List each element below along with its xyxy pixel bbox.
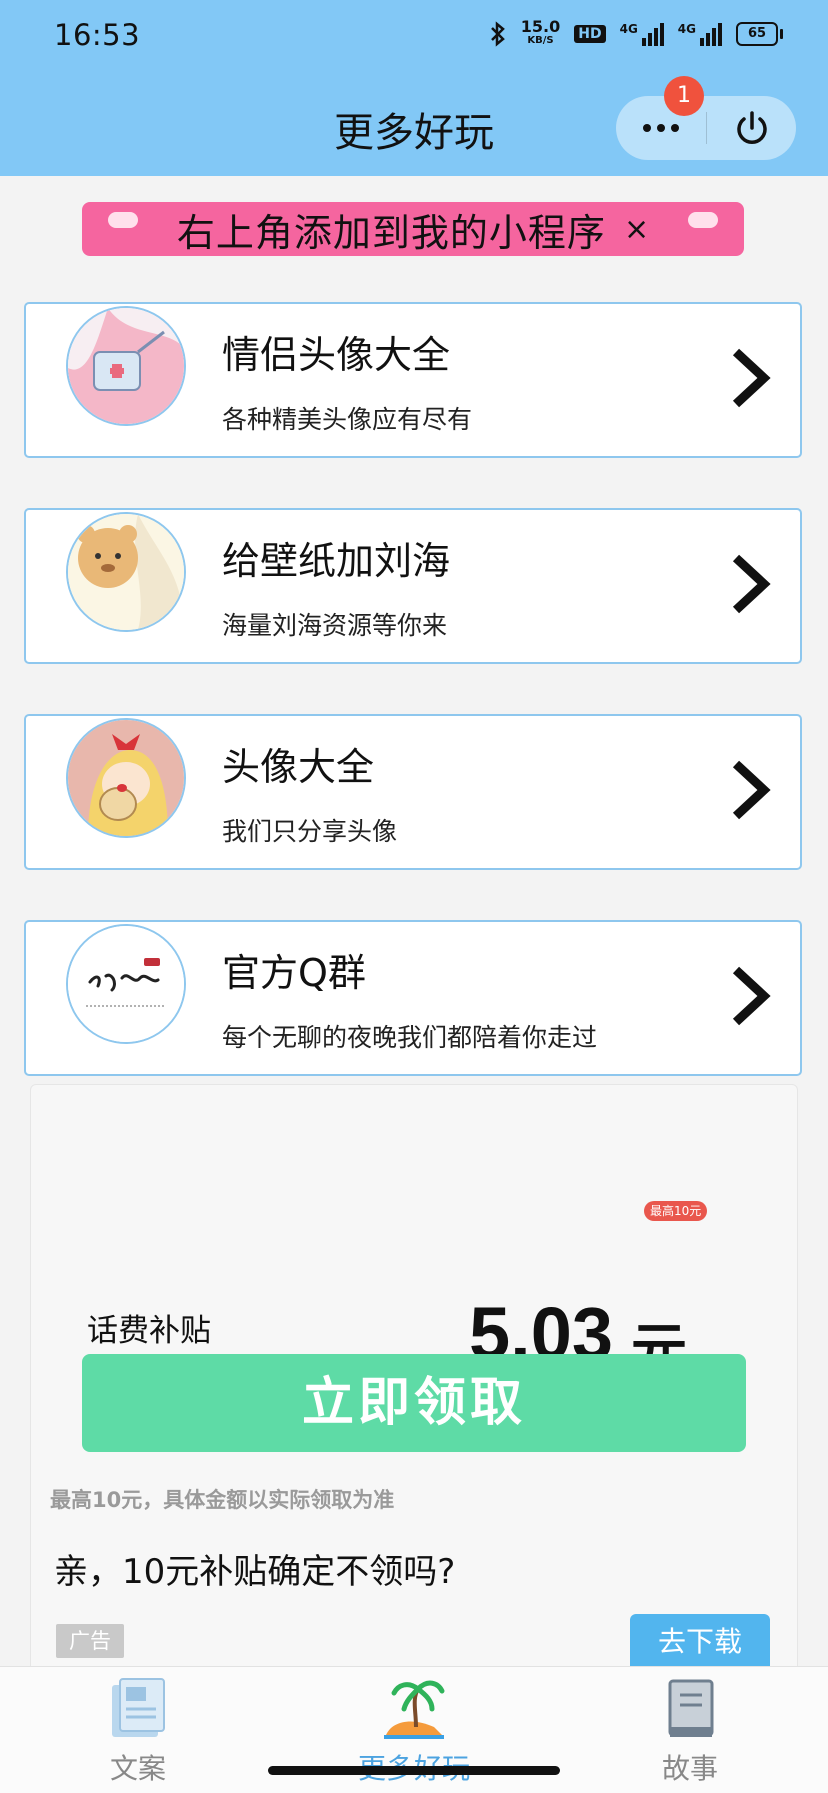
net-speed-value: 15.0 bbox=[520, 17, 561, 36]
chevron-right-icon bbox=[732, 348, 771, 408]
more-dot-icon bbox=[671, 124, 679, 132]
claim-now-button[interactable]: 立即领取 bbox=[82, 1354, 746, 1452]
cloud-decoration-icon bbox=[108, 212, 138, 228]
network-label-2: 4G bbox=[677, 22, 696, 36]
calligraphy-logo-thumbnail bbox=[66, 924, 186, 1044]
list-item-wallpaper-notch[interactable]: 给壁纸加刘海 海量刘海资源等你来 bbox=[24, 508, 802, 664]
close-mini-program-button[interactable] bbox=[707, 96, 796, 160]
max-amount-badge: 最高10元 bbox=[644, 1201, 708, 1221]
net-speed-unit: KB/S bbox=[527, 35, 554, 46]
tab-stories[interactable]: 故事 bbox=[590, 1667, 790, 1793]
card-subtitle: 各种精美头像应有尽有 bbox=[222, 405, 473, 434]
chevron-right-icon bbox=[732, 760, 771, 820]
net-speed: 15.0 KB/S bbox=[520, 17, 561, 48]
card-title: 官方Q群 bbox=[222, 951, 366, 995]
banner-text: 右上角添加到我的小程序 bbox=[176, 210, 606, 255]
couple-avatar-thumbnail bbox=[66, 306, 186, 426]
network-label-1: 4G bbox=[619, 22, 638, 36]
book-tab-icon bbox=[668, 1679, 714, 1737]
ad-tag: 广告 bbox=[56, 1624, 124, 1658]
download-button[interactable]: 去下载 bbox=[630, 1614, 770, 1670]
ad-subsidy-label: 话费补贴 bbox=[87, 1313, 211, 1349]
hd-badge: HD bbox=[574, 25, 606, 43]
tab-label: 文案 bbox=[109, 1752, 166, 1785]
ad-question: 亲，10元补贴确定不领吗? bbox=[54, 1552, 456, 1592]
card-subtitle: 我们只分享头像 bbox=[222, 817, 398, 846]
more-dot-icon bbox=[643, 124, 651, 132]
island-tab-icon bbox=[384, 1680, 445, 1739]
status-bar: 16:53 15.0 KB/S HD 4G 4G 65 bbox=[0, 0, 828, 76]
header: 16:53 15.0 KB/S HD 4G 4G 65 更多好玩 1 bbox=[0, 0, 828, 176]
notification-badge: 1 bbox=[664, 76, 704, 116]
ad-disclaimer: 最高10元，具体金额以实际领取为准 bbox=[50, 1488, 395, 1512]
card-title: 给壁纸加刘海 bbox=[222, 539, 451, 583]
girl-avatar-thumbnail bbox=[66, 718, 186, 838]
status-icons: 15.0 KB/S HD 4G 4G 65 bbox=[489, 17, 783, 48]
card-title: 头像大全 bbox=[222, 745, 375, 789]
more-dot-icon bbox=[657, 124, 665, 132]
signal-icon-1: 4G bbox=[620, 22, 664, 46]
status-time: 16:53 bbox=[54, 18, 141, 52]
copywriting-tab-icon bbox=[112, 1678, 165, 1737]
bluetooth-icon bbox=[490, 21, 505, 47]
list-item-couple-avatars[interactable]: 情侣头像大全 各种精美头像应有尽有 bbox=[24, 302, 802, 458]
chevron-right-icon bbox=[732, 554, 771, 614]
bear-wallpaper-thumbnail bbox=[66, 512, 186, 632]
list-item-official-qq-group[interactable]: 官方Q群 每个无聊的夜晚我们都陪着你走过 bbox=[24, 920, 802, 1076]
chevron-right-icon bbox=[732, 966, 771, 1026]
battery-icon: 65 bbox=[736, 22, 783, 46]
card-subtitle: 每个无聊的夜晚我们都陪着你走过 bbox=[222, 1023, 598, 1052]
add-to-my-miniprogram-banner[interactable]: 右上角添加到我的小程序 × bbox=[82, 202, 744, 256]
mini-program-capsule bbox=[616, 96, 796, 160]
list-item-avatars[interactable]: 头像大全 我们只分享头像 bbox=[24, 714, 802, 870]
tab-copywriting[interactable]: 文案 bbox=[38, 1667, 238, 1793]
card-subtitle: 海量刘海资源等你来 bbox=[222, 611, 448, 640]
tab-label: 故事 bbox=[661, 1752, 718, 1785]
cloud-decoration-icon bbox=[688, 212, 718, 228]
card-title: 情侣头像大全 bbox=[222, 333, 451, 377]
signal-icon-2: 4G bbox=[678, 22, 722, 46]
banner-close-button[interactable]: × bbox=[624, 212, 649, 247]
power-icon bbox=[736, 111, 767, 144]
home-indicator[interactable] bbox=[268, 1766, 560, 1775]
